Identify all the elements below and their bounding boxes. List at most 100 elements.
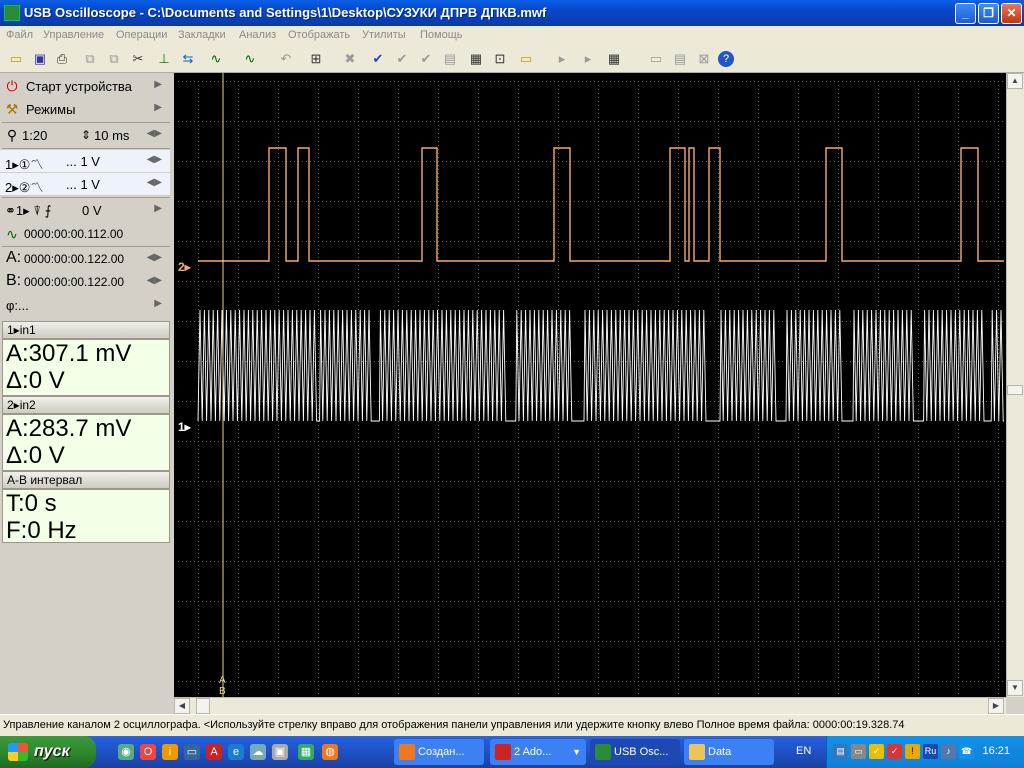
acrobat-icon[interactable]: A	[206, 744, 222, 760]
doc-icon[interactable]: ▤	[670, 49, 690, 69]
control-panel: ⏻ Старт устройства ▶ ⚒ Режимы ▶ ⚲ 1:20 ⇕…	[0, 73, 172, 717]
table-icon[interactable]: ▦	[604, 49, 624, 69]
check-all-icon[interactable]: ✔	[392, 49, 412, 69]
menu-view[interactable]: Отображать	[288, 29, 350, 41]
horizontal-scrollbar[interactable]: ◀ ▶	[174, 697, 1006, 714]
close-button[interactable]: ✕	[1001, 3, 1022, 24]
vertical-scrollbar[interactable]: ▲ ▼	[1006, 73, 1024, 697]
export-icon[interactable]: ▭	[516, 49, 536, 69]
phone-icon[interactable]: ☎	[959, 744, 974, 759]
save-icon[interactable]: ▣	[30, 49, 50, 69]
chevron-left-right-icon: ◀▶	[146, 154, 162, 165]
decode-icon[interactable]: ▸	[552, 49, 572, 69]
divider	[2, 246, 170, 247]
volume-icon[interactable]: ♪	[941, 744, 956, 759]
warning-icon[interactable]: !	[905, 744, 920, 759]
ch1-header[interactable]: 1▸in1	[2, 321, 170, 339]
title-bar[interactable]: USB Oscilloscope - C:\Documents and Sett…	[0, 0, 1024, 26]
grid-icon[interactable]: ▦	[466, 49, 486, 69]
task-firefox[interactable]: Создан...	[394, 739, 484, 765]
minimize-button[interactable]: _	[955, 3, 976, 24]
folder-icon	[689, 744, 705, 760]
cloud-icon[interactable]: ☁	[250, 744, 266, 760]
monitor-icon[interactable]: ▭	[184, 744, 200, 760]
ch2-volts: ... 1 V	[66, 177, 100, 192]
quicklaunch-icon[interactable]: ◉	[118, 744, 134, 760]
shield-icon[interactable]: ✓	[869, 744, 884, 759]
task-data-folder[interactable]: Data	[684, 739, 774, 765]
opera-icon[interactable]: O	[140, 744, 156, 760]
menu-file[interactable]: Файл	[6, 29, 33, 41]
marker-icon[interactable]: ⇆	[178, 49, 198, 69]
ab-interval-header[interactable]: A-B интервал	[2, 471, 170, 489]
scroll-thumb[interactable]	[1007, 385, 1023, 395]
menu-control[interactable]: Управление	[43, 29, 104, 41]
ch2-header[interactable]: 2▸in2	[2, 396, 170, 414]
waveform-canvas[interactable]: AB 2▸ 1▸	[174, 73, 1006, 697]
clear-icon[interactable]: ✖	[340, 49, 360, 69]
ch1-label: 1▸①〽	[5, 157, 44, 172]
menu-utilities[interactable]: Утилиты	[362, 29, 406, 41]
delete-icon[interactable]: ⊠	[694, 49, 714, 69]
decode2-icon[interactable]: ▸	[578, 49, 598, 69]
math-icon[interactable]: ∿	[240, 49, 260, 69]
firefox-icon[interactable]: ◍	[322, 744, 338, 760]
channel-icon[interactable]: ∿	[206, 49, 226, 69]
hscroll-thumb[interactable]	[196, 698, 210, 714]
ch1-row[interactable]: 1▸①〽 ... 1 V ◀▶	[0, 150, 170, 172]
language-indicator[interactable]: EN	[796, 745, 811, 757]
menu-bookmarks[interactable]: Закладки	[178, 29, 226, 41]
check-down-icon[interactable]: ✔	[416, 49, 436, 69]
network-icon[interactable]: ▤	[833, 744, 848, 759]
scroll-right-button[interactable]: ▶	[988, 698, 1004, 714]
check-icon[interactable]: ✔	[368, 49, 388, 69]
modes-row[interactable]: ⚒ Режимы ▶	[0, 98, 170, 120]
trigger-icon: ⚭1▸ ⍒ ⨍	[5, 203, 52, 218]
phase-row[interactable]: φ:... ▶	[0, 294, 170, 316]
ie-icon[interactable]: e	[228, 744, 244, 760]
ch2-row[interactable]: 2▸②〽 ... 1 V ◀▶	[0, 173, 170, 195]
menu-operations[interactable]: Операции	[116, 29, 167, 41]
task-usb-oscilloscope[interactable]: USB Osc...	[590, 739, 680, 765]
monitor-tray-icon[interactable]: ▭	[851, 744, 866, 759]
cursor-a-row[interactable]: A: 0000:00:00.122.00 ◀▶	[0, 248, 170, 270]
trigger-time-row[interactable]: ∿ 0000:00:00.112.00	[0, 223, 170, 245]
trigger-icon[interactable]: ⊥	[154, 49, 174, 69]
fit-icon[interactable]: ⊡	[490, 49, 510, 69]
help-icon[interactable]: ?	[718, 51, 734, 67]
open-icon[interactable]: ▭	[6, 49, 26, 69]
page-icon[interactable]: ▤	[440, 49, 460, 69]
scroll-down-button[interactable]: ▼	[1007, 680, 1023, 696]
copy-icon[interactable]: ⧉	[80, 49, 100, 69]
undo-icon[interactable]: ↶	[276, 49, 296, 69]
ch1-delta: Δ:0 V	[6, 367, 65, 394]
system-tray: ▤ ▭ ✓ ✓ ! Ru ♪ ☎ 16:21	[826, 736, 1024, 768]
menu-help[interactable]: Помощь	[420, 29, 463, 41]
clock: 16:21	[982, 745, 1010, 757]
keyboard-layout-icon[interactable]: Ru	[923, 744, 938, 759]
scroll-left-button[interactable]: ◀	[174, 698, 190, 714]
trigger-row[interactable]: ⚭1▸ ⍒ ⨍ 0 V ▶	[0, 199, 170, 221]
cut-icon[interactable]: ✂	[128, 49, 148, 69]
paste-icon[interactable]: ⧉	[104, 49, 124, 69]
scroll-up-button[interactable]: ▲	[1007, 73, 1023, 89]
chevron-left-right-icon: ◀▶	[146, 252, 162, 263]
cursor-b-row[interactable]: B: 0000:00:00.122.00 ◀▶	[0, 271, 170, 293]
restore-button[interactable]: ❐	[978, 3, 999, 24]
info-icon[interactable]: i	[162, 744, 178, 760]
chevron-left-right-icon: ◀▶	[146, 177, 162, 188]
media-icon[interactable]: ▣	[272, 744, 288, 760]
wave-icon: ∿	[6, 226, 18, 242]
app-quick-icon[interactable]: ▦	[298, 744, 314, 760]
zoom-icon[interactable]: ⊞	[306, 49, 326, 69]
menu-analysis[interactable]: Анализ	[239, 29, 276, 41]
start-device-row[interactable]: ⏻ Старт устройства ▶	[0, 75, 170, 97]
print-icon[interactable]: ⎙	[52, 49, 72, 69]
oscilloscope-display[interactable]: A B 2▸ 1▸	[174, 73, 1006, 697]
start-button[interactable]: пуск	[0, 736, 96, 768]
zoom-row[interactable]: ⚲ 1:20 ⇕ 10 ms ◀▶	[0, 124, 170, 146]
antivirus-icon[interactable]: ✓	[887, 744, 902, 759]
task-adobe[interactable]: 2 Ado... ▼	[490, 739, 586, 765]
app-icon	[4, 5, 20, 21]
image-icon[interactable]: ▭	[646, 49, 666, 69]
